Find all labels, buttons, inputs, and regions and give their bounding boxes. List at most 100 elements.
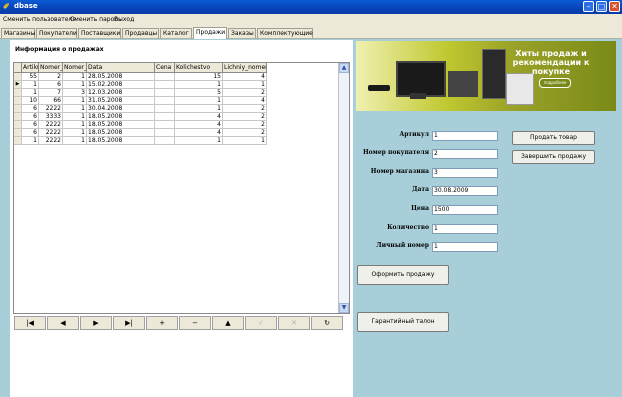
row-indicator[interactable]: [14, 97, 22, 105]
table-cell[interactable]: 1: [22, 89, 39, 97]
table-cell[interactable]: [155, 97, 175, 105]
table-cell[interactable]: 2: [223, 121, 267, 129]
table-cell[interactable]: 1: [22, 137, 39, 145]
table-cell[interactable]: 2222: [39, 129, 63, 137]
minimize-icon[interactable]: –: [583, 1, 594, 12]
table-cell[interactable]: 2: [223, 105, 267, 113]
table-cell[interactable]: 4: [175, 113, 223, 121]
table-cell[interactable]: 55: [22, 73, 39, 81]
table-cell[interactable]: 1: [223, 81, 267, 89]
next-record-button[interactable]: ▶: [80, 316, 112, 330]
column-header[interactable]: Lichniy_nomer: [223, 63, 267, 73]
table-cell[interactable]: 6: [22, 121, 39, 129]
table-cell[interactable]: 12.03.2008: [87, 89, 155, 97]
table-cell[interactable]: 1: [63, 81, 87, 89]
warranty-coupon-button[interactable]: Гарантийный талон: [357, 312, 449, 332]
column-header[interactable]: Nomer_m: [63, 63, 87, 73]
table-cell[interactable]: [155, 89, 175, 97]
table-cell[interactable]: 2222: [39, 105, 63, 113]
finish-sale-button[interactable]: Завершить продажу: [512, 150, 595, 164]
close-icon[interactable]: ✕: [609, 1, 620, 12]
table-cell[interactable]: 15.02.2008: [87, 81, 155, 89]
table-cell[interactable]: 1: [22, 81, 39, 89]
tab-sellers[interactable]: Продавцы: [122, 28, 159, 38]
table-cell[interactable]: 1: [63, 73, 87, 81]
table-cell[interactable]: 18.05.2008: [87, 137, 155, 145]
insert-record-button[interactable]: +: [146, 316, 178, 330]
row-indicator[interactable]: [14, 137, 22, 145]
row-indicator[interactable]: [14, 73, 22, 81]
banner-more-button[interactable]: подробнее: [539, 78, 571, 88]
prior-record-button[interactable]: ◀: [47, 316, 79, 330]
column-header[interactable]: Kolichestvo: [175, 63, 223, 73]
row-indicator[interactable]: [14, 121, 22, 129]
table-cell[interactable]: 1: [63, 129, 87, 137]
table-cell[interactable]: 1: [175, 105, 223, 113]
row-indicator[interactable]: [14, 105, 22, 113]
maximize-icon[interactable]: □: [596, 1, 607, 12]
table-cell[interactable]: 2222: [39, 137, 63, 145]
date-field[interactable]: 30.08.2009: [432, 186, 498, 196]
table-cell[interactable]: 18.05.2008: [87, 121, 155, 129]
table-cell[interactable]: 6: [22, 129, 39, 137]
table-cell[interactable]: 1: [63, 137, 87, 145]
checkout-sale-button[interactable]: Оформить продажу: [357, 265, 449, 285]
table-cell[interactable]: 6: [39, 81, 63, 89]
quantity-field[interactable]: 1: [432, 224, 498, 234]
first-record-button[interactable]: |◀: [14, 316, 46, 330]
tab-customers[interactable]: Покупатели: [36, 28, 77, 38]
table-cell[interactable]: [155, 73, 175, 81]
table-cell[interactable]: 1: [175, 137, 223, 145]
table-cell[interactable]: [155, 105, 175, 113]
customer-number-field[interactable]: 2: [432, 149, 498, 159]
table-cell[interactable]: 2: [39, 73, 63, 81]
sales-grid[interactable]: Artikul Nomer_p Nomer_m Data Cena Kolich…: [13, 62, 350, 314]
tab-orders[interactable]: Заказы: [228, 28, 256, 38]
table-cell[interactable]: [155, 81, 175, 89]
table-cell[interactable]: 15: [175, 73, 223, 81]
menu-exit[interactable]: Выход: [114, 16, 134, 24]
menu-change-user[interactable]: Сменить пользователя: [3, 16, 76, 24]
tab-catalog[interactable]: Каталог: [160, 28, 192, 38]
cancel-edit-button[interactable]: ✕: [278, 316, 310, 330]
table-cell[interactable]: 3: [63, 89, 87, 97]
table-cell[interactable]: 31.05.2008: [87, 97, 155, 105]
delete-record-button[interactable]: −: [179, 316, 211, 330]
table-cell[interactable]: 28.05.2008: [87, 73, 155, 81]
table-cell[interactable]: 6: [22, 105, 39, 113]
row-indicator[interactable]: [14, 129, 22, 137]
tab-components[interactable]: Комплектующие: [257, 28, 313, 38]
personal-number-field[interactable]: 1: [432, 242, 498, 252]
post-record-button[interactable]: ✓: [245, 316, 277, 330]
column-header[interactable]: Cena: [155, 63, 175, 73]
price-field[interactable]: 1500: [432, 205, 498, 215]
table-cell[interactable]: 1: [63, 105, 87, 113]
table-cell[interactable]: 66: [39, 97, 63, 105]
table-cell[interactable]: 1: [175, 97, 223, 105]
table-cell[interactable]: 10: [22, 97, 39, 105]
table-cell[interactable]: 4: [175, 129, 223, 137]
refresh-button[interactable]: ↻: [311, 316, 343, 330]
row-indicator[interactable]: [14, 89, 22, 97]
table-cell[interactable]: 4: [175, 121, 223, 129]
table-cell[interactable]: 1: [175, 81, 223, 89]
store-number-field[interactable]: 3: [432, 168, 498, 178]
table-cell[interactable]: 4: [223, 97, 267, 105]
edit-record-button[interactable]: ▲: [212, 316, 244, 330]
row-indicator[interactable]: [14, 113, 22, 121]
table-cell[interactable]: [155, 137, 175, 145]
table-cell[interactable]: 1: [223, 137, 267, 145]
tab-suppliers[interactable]: Поставщики: [78, 28, 121, 38]
table-cell[interactable]: 6: [22, 113, 39, 121]
column-header[interactable]: Nomer_p: [39, 63, 63, 73]
table-cell[interactable]: 18.05.2008: [87, 129, 155, 137]
table-cell[interactable]: [155, 113, 175, 121]
column-header[interactable]: Artikul: [22, 63, 39, 73]
table-cell[interactable]: 1: [63, 121, 87, 129]
column-header[interactable]: Data: [87, 63, 155, 73]
table-cell[interactable]: 2: [223, 89, 267, 97]
tab-sales[interactable]: Продажи: [193, 27, 227, 39]
table-cell[interactable]: 1: [63, 113, 87, 121]
table-cell[interactable]: [155, 129, 175, 137]
promo-banner[interactable]: Хиты продаж и рекомендации к покупке под…: [356, 41, 616, 111]
